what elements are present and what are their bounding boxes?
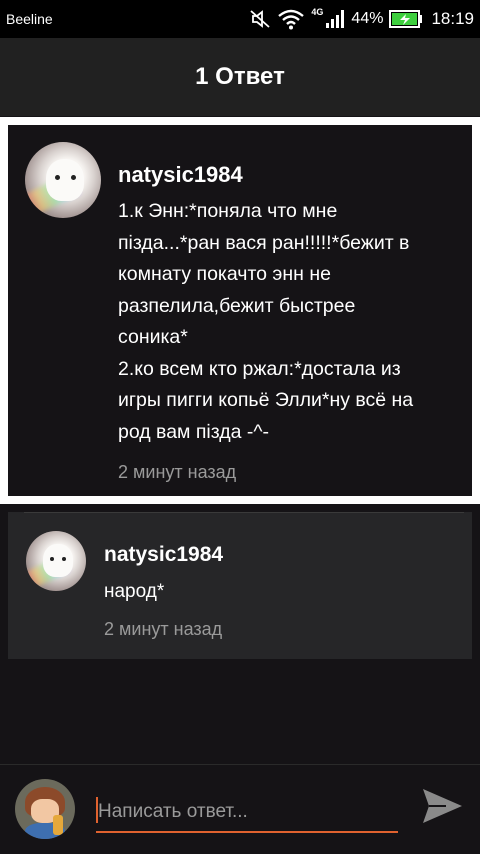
comment-username[interactable]: natysic1984 bbox=[118, 162, 243, 188]
mute-icon bbox=[249, 9, 271, 29]
page-title: 1 Ответ bbox=[195, 63, 285, 90]
app-bar: 1 Ответ bbox=[0, 38, 480, 116]
carrier-name: Beeline bbox=[6, 11, 53, 27]
comment-text: 1.к Энн:*поняла что мне пізда...*ран вас… bbox=[118, 200, 414, 443]
wifi-icon bbox=[277, 8, 305, 30]
send-button[interactable] bbox=[416, 780, 468, 836]
reply-composer bbox=[0, 764, 480, 854]
network-type-label: 4G bbox=[311, 7, 324, 17]
signal-icon bbox=[325, 9, 345, 29]
reply-item[interactable]: natysic1984 народ* 2 минут назад bbox=[8, 512, 472, 659]
reply-text: народ* bbox=[104, 581, 165, 602]
clock: 18:19 bbox=[431, 9, 474, 28]
reply-timestamp: 2 минут назад bbox=[104, 619, 223, 639]
status-icons: 4G 44% 18:19 bbox=[249, 7, 474, 30]
text-caret bbox=[96, 797, 98, 823]
reply-input[interactable] bbox=[96, 793, 398, 833]
send-icon bbox=[420, 786, 464, 831]
comment-timestamp: 2 минут назад bbox=[118, 462, 237, 482]
reply-username[interactable]: natysic1984 bbox=[104, 543, 223, 567]
battery-charging-icon bbox=[389, 10, 423, 28]
current-user-avatar[interactable] bbox=[15, 779, 75, 839]
main-comment-highlight: natysic1984 1.к Энн:*поняла что мне пізд… bbox=[0, 117, 480, 504]
status-bar: Beeline 4G 44% 18:19 bbox=[0, 0, 480, 38]
divider bbox=[24, 512, 464, 513]
battery-percent: 44% bbox=[351, 10, 384, 27]
avatar[interactable] bbox=[25, 142, 101, 218]
avatar[interactable] bbox=[26, 531, 86, 591]
main-comment[interactable]: natysic1984 1.к Энн:*поняла что мне пізд… bbox=[8, 125, 472, 496]
